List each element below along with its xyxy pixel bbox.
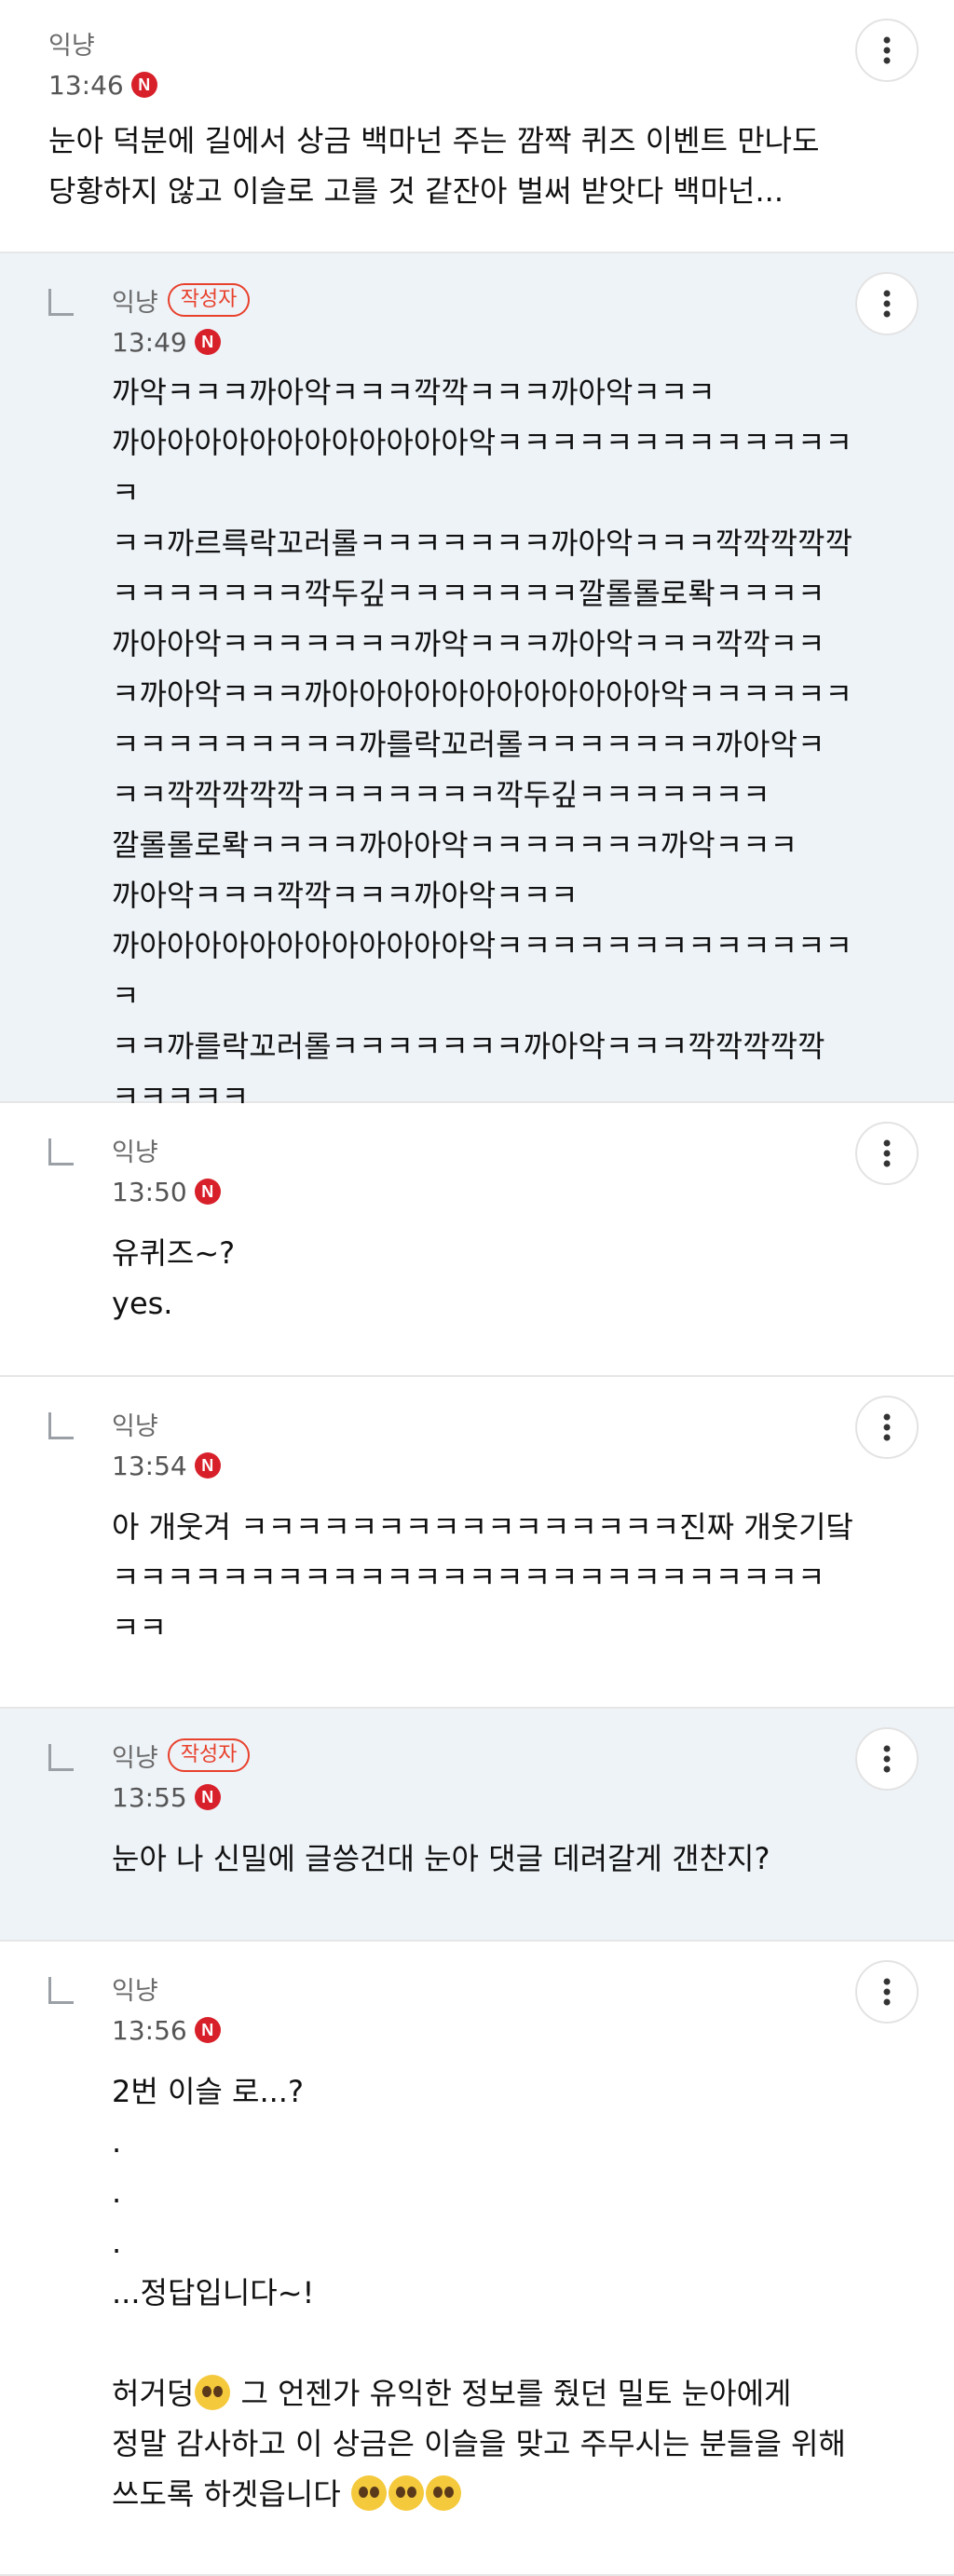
comment-header: 익냥 13:56 N — [112, 1969, 221, 2050]
timestamp: 13:50 — [112, 1176, 187, 1207]
new-badge-icon: N — [194, 1784, 221, 1810]
timestamp: 13:56 — [112, 2014, 187, 2046]
more-vertical-icon — [883, 1745, 891, 1773]
more-options-button[interactable] — [855, 19, 919, 82]
author-badge: 작성자 — [167, 283, 251, 317]
more-vertical-icon — [883, 36, 891, 64]
reply-comment: 익냥 13:56 N 2번 이슬 로...? . . . ...정답입니다~! … — [0, 1942, 954, 2576]
more-vertical-icon — [883, 1413, 891, 1441]
comment: 익냥 13:46 N 눈아 덕분에 길에서 상금 백마넌 주는 깜짝 퀴즈 이벤… — [0, 0, 954, 253]
pleading-face-icon — [388, 2475, 424, 2511]
comment-text: 눈아 덕분에 길에서 상금 백마넌 주는 깜짝 퀴즈 이벤트 만나도 당황하지 … — [48, 123, 820, 209]
more-options-button[interactable] — [855, 1727, 919, 1791]
pleading-face-icon — [425, 2475, 461, 2511]
more-options-button[interactable] — [855, 272, 919, 335]
new-badge-icon: N — [194, 329, 221, 355]
nickname: 익냥 — [112, 1743, 158, 1773]
comment-header: 익냥 작성자 13:49 N — [112, 281, 251, 361]
author-badge: 작성자 — [167, 1738, 251, 1772]
reply-arrow-icon — [48, 1977, 74, 2004]
comment-text: 아 개웃겨 ㅋㅋㅋㅋㅋㅋㅋㅋㅋㅋㅋㅋㅋㅋㅋㅋ진짜 개웃기닼 ㅋㅋㅋㅋㅋㅋㅋㅋㅋㅋ… — [112, 1509, 853, 1645]
comment-text: 2번 이슬 로...? . . . ...정답입니다~! 허거덩 그 언젠가 유… — [112, 2066, 870, 2519]
new-badge-icon: N — [194, 1179, 221, 1205]
more-options-button[interactable] — [855, 1960, 919, 2024]
flushed-face-icon — [195, 2375, 231, 2410]
comment-text: 눈아 나 신밀에 글씅건대 눈아 댓글 데려갈게 갠찬지? — [112, 1841, 770, 1876]
new-badge-icon: N — [194, 1452, 221, 1479]
more-vertical-icon — [883, 290, 891, 318]
timestamp: 13:49 — [112, 326, 187, 358]
more-options-button[interactable] — [855, 1122, 919, 1185]
pleading-face-icon — [350, 2475, 387, 2511]
more-options-button[interactable] — [855, 1396, 919, 1459]
timestamp: 13:55 — [112, 1781, 187, 1813]
more-vertical-icon — [883, 1978, 891, 2006]
reply-arrow-icon — [48, 1412, 74, 1439]
reply-arrow-icon — [48, 1744, 74, 1771]
nickname: 익냥 — [112, 1138, 158, 1167]
comment-text: 까악ㅋㅋㅋ까아악ㅋㅋㅋ깍깍ㅋㅋㅋ까아악ㅋㅋㅋ 까아아아아아아아아아아아아악ㅋㅋㅋ… — [112, 375, 852, 1114]
nickname: 익냥 — [112, 1976, 158, 2006]
more-vertical-icon — [883, 1139, 891, 1167]
comment-text: 유퀴즈~? yes. — [112, 1235, 236, 1321]
timestamp: 13:54 — [112, 1450, 187, 1481]
nickname: 익냥 — [112, 1411, 158, 1441]
comment-header: 익냥 13:54 N — [112, 1405, 221, 1485]
timestamp: 13:46 — [48, 69, 124, 101]
comment-header: 익냥 13:46 N — [48, 24, 157, 104]
reply-comment: 익냥 작성자 13:49 N 까악ㅋㅋㅋ까아악ㅋㅋㅋ깍깍ㅋㅋㅋ까아악ㅋㅋㅋ 까아… — [0, 253, 954, 1114]
nickname: 익냥 — [112, 288, 158, 318]
new-badge-icon: N — [194, 2017, 221, 2043]
comment-text-part: 2번 이슬 로...? . . . ...정답입니다~! 허거덩 — [112, 2074, 315, 2411]
new-badge-icon: N — [130, 72, 157, 98]
nickname: 익냥 — [48, 31, 95, 61]
comment-header: 익냥 13:50 N — [112, 1131, 221, 1211]
reply-comment: 익냥 작성자 13:55 N 눈아 나 신밀에 글씅건대 눈아 댓글 데려갈게 … — [0, 1709, 954, 1942]
reply-comment: 익냥 13:54 N 아 개웃겨 ㅋㅋㅋㅋㅋㅋㅋㅋㅋㅋㅋㅋㅋㅋㅋㅋ진짜 개웃기닼… — [0, 1377, 954, 1709]
reply-arrow-icon — [48, 289, 74, 316]
reply-arrow-icon — [48, 1138, 74, 1165]
reply-comment: 익냥 13:50 N 유퀴즈~? yes. — [0, 1103, 954, 1377]
comment-header: 익냥 작성자 13:55 N — [112, 1737, 251, 1817]
